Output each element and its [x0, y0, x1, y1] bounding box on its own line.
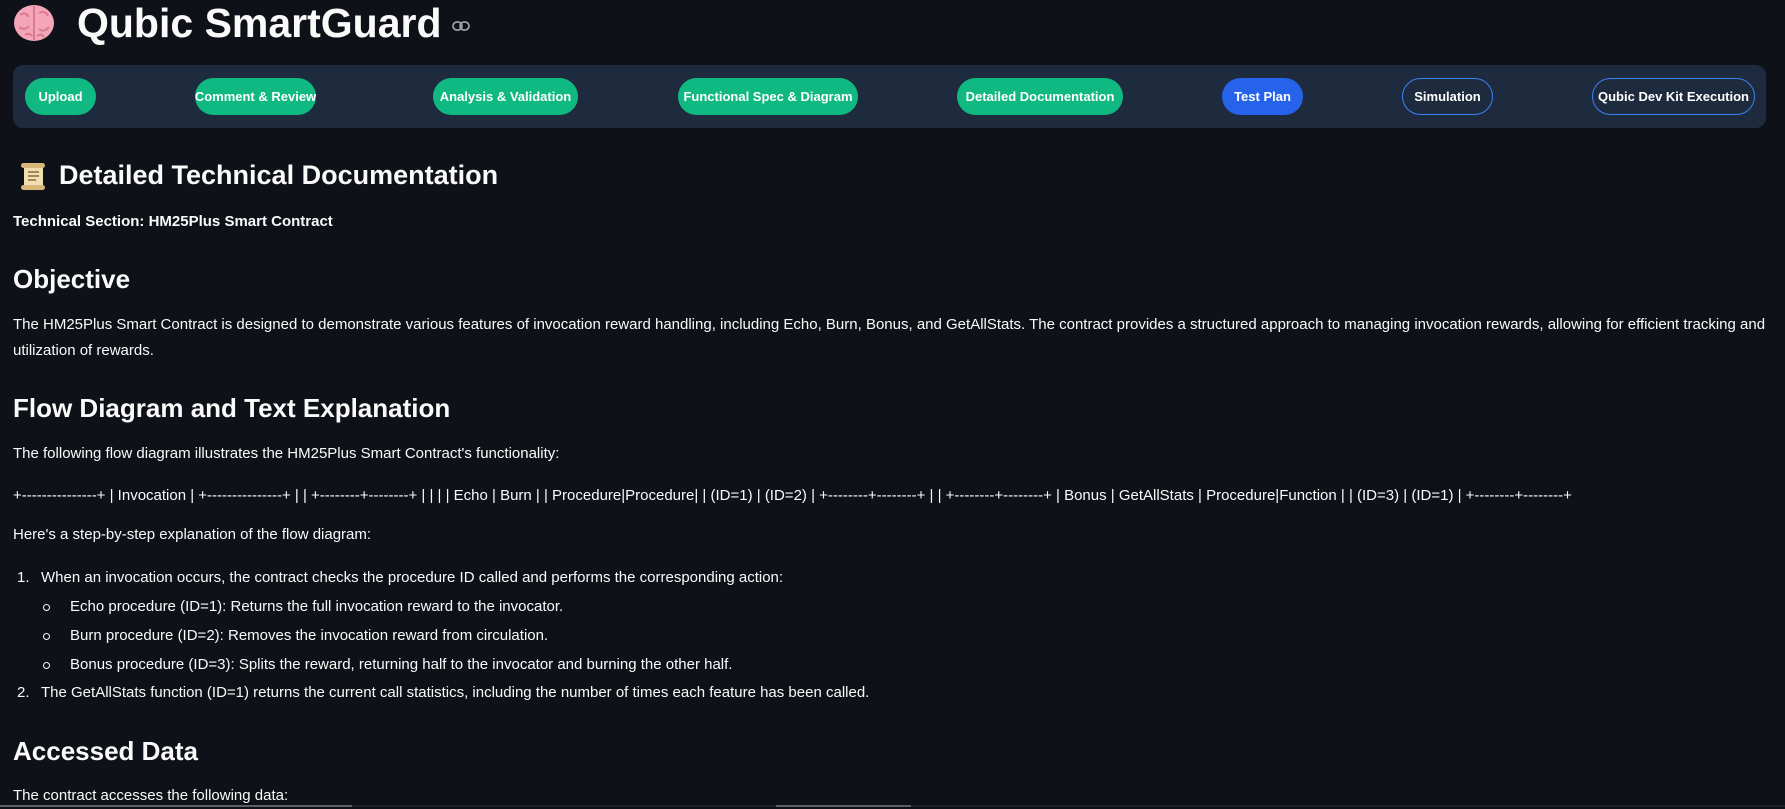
accessed-data-heading: Accessed Data [13, 736, 198, 766]
brain-icon [14, 5, 54, 41]
flow-intro: The following flow diagram illustrates t… [13, 445, 560, 462]
objective-text-line-1: The HM25Plus Smart Contract is designed … [13, 316, 1766, 333]
divider-segment [776, 805, 911, 807]
step-analysis-validation-button[interactable]: Analysis & Validation [433, 78, 578, 115]
bullet-icon [43, 604, 50, 611]
doc-title-text: Detailed Technical Documentation [59, 160, 499, 190]
list-text: Bonus procedure (ID=3): Splits the rewar… [70, 656, 733, 673]
list-number: 1. [17, 569, 30, 586]
bottom-divider [0, 805, 1785, 807]
list-text: When an invocation occurs, the contract … [41, 569, 784, 586]
step-test-plan-button[interactable]: Test Plan [1222, 78, 1303, 115]
divider-segment [0, 805, 352, 807]
step-upload-button[interactable]: Upload [25, 78, 96, 115]
scroll-icon [21, 162, 45, 190]
list-number: 2. [17, 684, 30, 701]
step-functional-spec-button[interactable]: Functional Spec & Diagram [678, 78, 858, 115]
bullet-icon [43, 633, 50, 640]
step-navigation: Upload Comment & Review Analysis & Valid… [13, 65, 1766, 128]
objective-text-line-2: utilization of rewards. [13, 342, 154, 359]
step-comment-review-button[interactable]: Comment & Review [195, 78, 316, 115]
step-intro: Here's a step-by-step explanation of the… [13, 526, 372, 543]
bullet-icon [43, 662, 50, 669]
link-icon[interactable] [451, 20, 470, 32]
step-qubic-dev-kit-button[interactable]: Qubic Dev Kit Execution [1592, 78, 1755, 115]
flow-heading: Flow Diagram and Text Explanation [13, 393, 451, 423]
step-simulation-button[interactable]: Simulation [1402, 78, 1493, 115]
flow-ascii-diagram: +---------------+ | Invocation | +------… [13, 487, 1572, 504]
section-label: Technical Section: HM25Plus Smart Contra… [13, 213, 333, 230]
list-text: Burn procedure (ID=2): Removes the invoc… [70, 627, 549, 644]
doc-title: Detailed Technical Documentation [19, 160, 498, 191]
objective-heading: Objective [13, 264, 131, 294]
list-text: Echo procedure (ID=1): Returns the full … [70, 598, 564, 615]
list-text: The GetAllStats function (ID=1) returns … [41, 684, 870, 701]
step-detailed-documentation-button[interactable]: Detailed Documentation [957, 78, 1123, 115]
app-header: Qubic SmartGuard [13, 0, 470, 46]
app-title: Qubic SmartGuard [77, 0, 442, 46]
